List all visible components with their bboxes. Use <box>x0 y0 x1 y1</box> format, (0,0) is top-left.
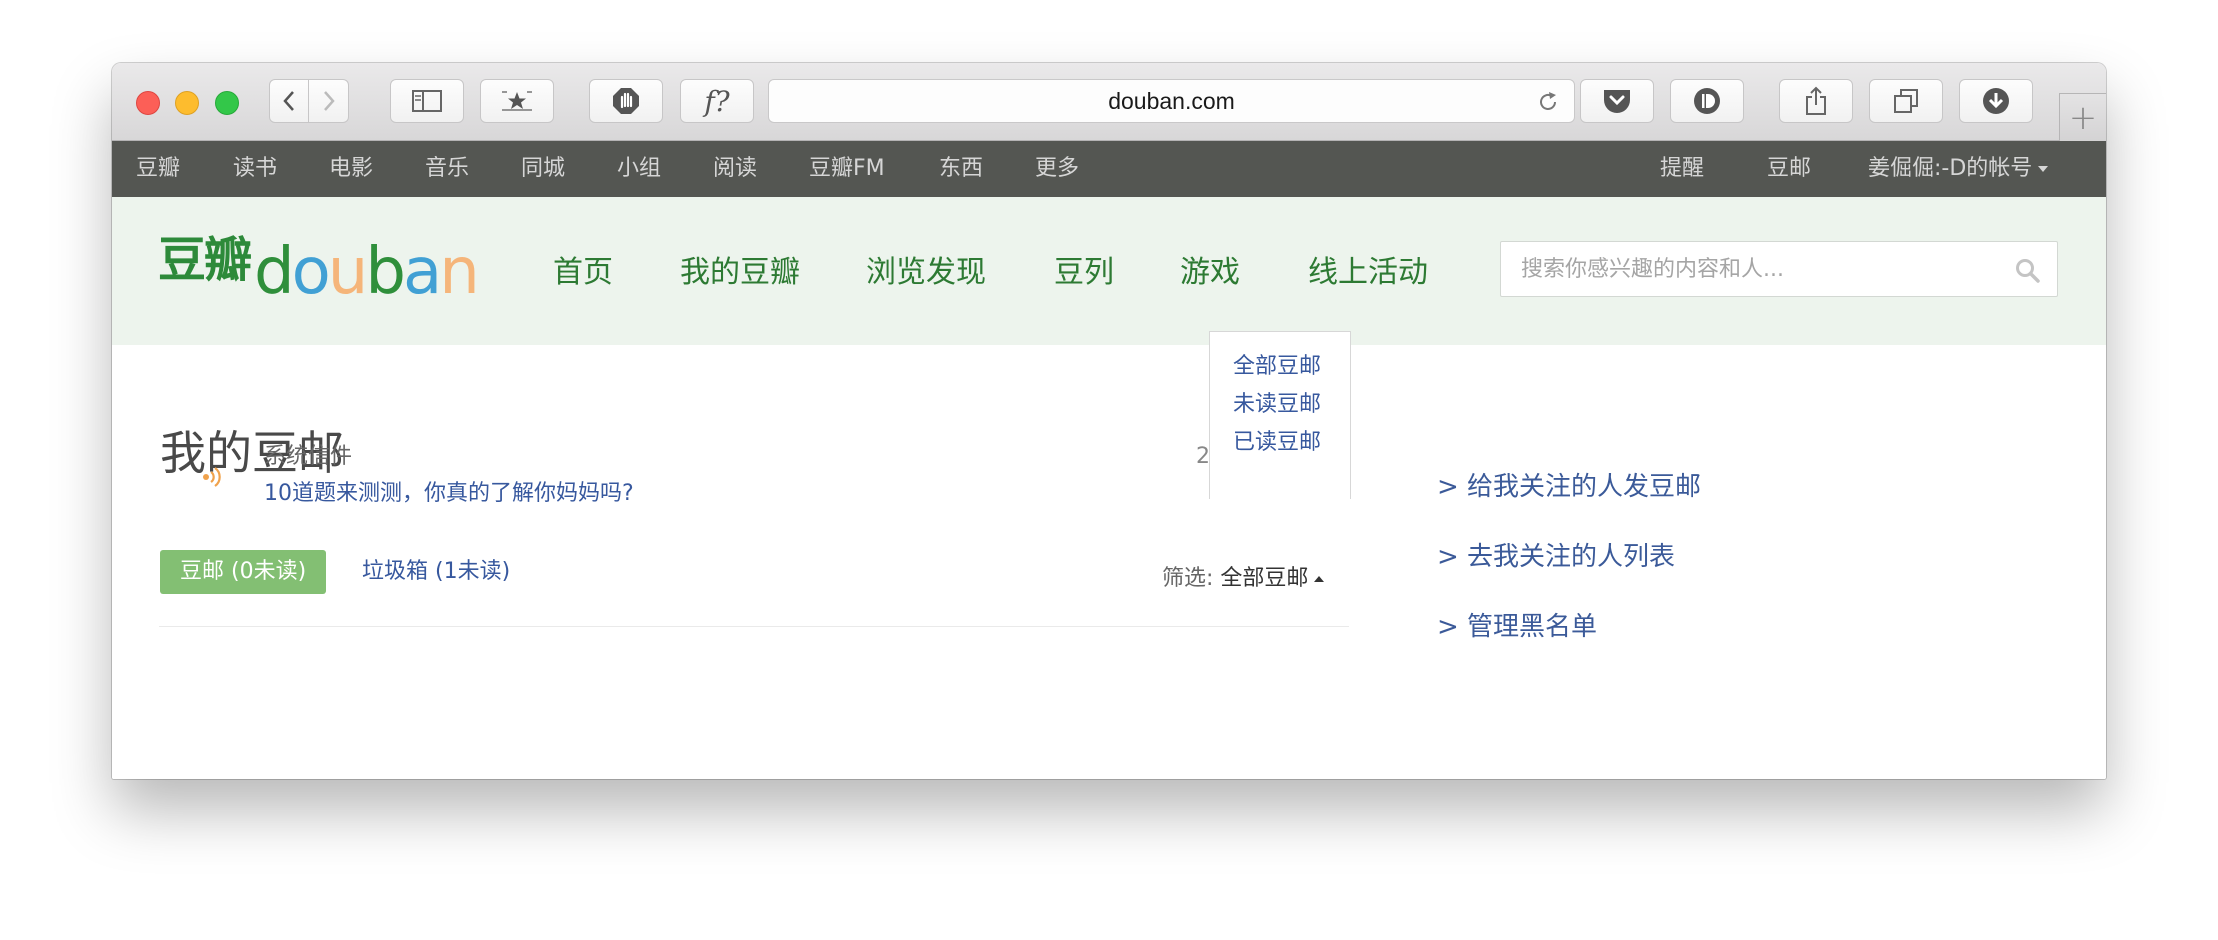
link-following-list[interactable]: > 去我关注的人列表 <box>1437 540 1675 574</box>
message-subject[interactable]: 10道题来测测，你真的了解你妈妈吗? <box>264 479 634 509</box>
global-nav-fm[interactable]: 豆瓣FM <box>809 141 885 197</box>
filter-dropdown[interactable]: 全部豆邮 <box>1220 566 1325 591</box>
message-sender: 系统信件 <box>264 444 353 469</box>
browser-toolbar: f? douban.com + <box>112 63 2106 141</box>
sidebar-icon <box>412 90 442 112</box>
pocket-icon <box>1604 90 1630 113</box>
reload-icon[interactable] <box>1536 90 1560 114</box>
sidebar-button[interactable] <box>390 79 464 123</box>
douban-logo[interactable]: 豆瓣douban <box>158 232 480 307</box>
filter-option-unread[interactable]: 未读豆邮 <box>1233 390 1321 420</box>
screen: f? douban.com + 豆瓣 读书 电影 音乐 同城 小组 阅读 豆瓣F… <box>0 0 2218 940</box>
list-divider-top <box>159 626 1349 627</box>
search-input[interactable]: 搜索你感兴趣的内容和人... <box>1500 241 2058 297</box>
readability-button[interactable] <box>1670 79 1744 123</box>
global-nav-music[interactable]: 音乐 <box>425 141 469 197</box>
search-placeholder: 搜索你感兴趣的内容和人... <box>1521 257 1784 282</box>
main-nav-home[interactable]: 首页 <box>553 253 613 293</box>
account-name: 姜倔倔:-D的帐号 <box>1868 156 2033 181</box>
mail-content: 我的豆邮 豆邮 (0未读) 垃圾箱 (1未读) 筛选: 全部豆邮 系统信件 10… <box>112 331 2106 779</box>
chevron-right-icon <box>323 91 335 111</box>
logo-letter: n <box>439 235 480 309</box>
global-nav-dongxi[interactable]: 东西 <box>939 141 983 197</box>
caret-up-icon <box>1314 576 1325 582</box>
global-nav-groups[interactable]: 小组 <box>617 141 661 197</box>
caret-down-icon <box>2038 166 2049 172</box>
logo-chinese: 豆瓣 <box>158 232 252 288</box>
downloads-button[interactable] <box>1959 79 2033 123</box>
download-icon <box>1983 88 2009 114</box>
share-icon <box>1806 86 1826 115</box>
global-nav-notifications[interactable]: 提醒 <box>1660 141 1704 197</box>
browser-window: f? douban.com + 豆瓣 读书 电影 音乐 同城 小组 阅读 豆瓣F… <box>112 63 2106 779</box>
message-date: 2 <box>1196 444 1210 469</box>
close-window-button[interactable] <box>136 91 160 115</box>
global-nav-more[interactable]: 更多 <box>1035 141 1079 197</box>
f-extension-button[interactable]: f? <box>680 79 754 123</box>
global-nav-local[interactable]: 同城 <box>521 141 565 197</box>
logo-english: douban <box>254 235 480 309</box>
filter-option-read[interactable]: 已读豆邮 <box>1233 428 1321 458</box>
filter-option-all[interactable]: 全部豆邮 <box>1233 352 1321 382</box>
link-manage-blacklist[interactable]: > 管理黑名单 <box>1437 610 1597 644</box>
tabs-overview-icon <box>1894 89 1918 113</box>
address-bar[interactable]: douban.com <box>768 79 1575 123</box>
logo-letter: b <box>365 235 406 309</box>
main-nav-my-douban[interactable]: 我的豆瓣 <box>680 253 800 293</box>
pocket-button[interactable] <box>1580 79 1654 123</box>
main-nav-explore[interactable]: 浏览发现 <box>866 253 986 293</box>
minimize-window-button[interactable] <box>175 91 199 115</box>
show-tabs-button[interactable] <box>1869 79 1943 123</box>
global-nav: 豆瓣 读书 电影 音乐 同城 小组 阅读 豆瓣FM 东西 更多 提醒 豆邮 姜倔… <box>112 141 2106 197</box>
logo-letter: a <box>402 235 442 309</box>
global-nav-douban[interactable]: 豆瓣 <box>136 141 180 197</box>
mail-filter: 筛选: 全部豆邮 <box>1162 563 1325 595</box>
new-tab-button[interactable]: + <box>2059 93 2106 141</box>
logo-letter: u <box>327 235 369 309</box>
main-nav-games[interactable]: 游戏 <box>1180 253 1240 293</box>
chevron-left-icon <box>283 91 294 111</box>
global-nav-books[interactable]: 读书 <box>233 141 277 197</box>
site-header: 豆瓣douban 首页 我的豆瓣 浏览发现 豆列 游戏 线上活动 搜索你感兴趣的… <box>112 197 2106 345</box>
filter-label: 筛选: <box>1162 566 1214 591</box>
system-message-icon <box>203 467 221 487</box>
link-message-following[interactable]: > 给我关注的人发豆邮 <box>1437 470 1701 504</box>
circle-d-icon <box>1694 88 1720 114</box>
forward-button[interactable] <box>309 79 349 123</box>
tab-trash[interactable]: 垃圾箱 (1未读) <box>362 550 510 594</box>
top-sites-button[interactable] <box>480 79 554 123</box>
global-nav-mail[interactable]: 豆邮 <box>1767 141 1811 197</box>
hand-stop-icon <box>613 88 639 114</box>
account-menu[interactable]: 姜倔倔:-D的帐号 <box>1868 141 2049 197</box>
ghostery-extension-button[interactable] <box>589 79 663 123</box>
zoom-window-button[interactable] <box>215 91 239 115</box>
search-icon[interactable] <box>2015 258 2041 284</box>
main-nav-doulist[interactable]: 豆列 <box>1054 253 1114 293</box>
url-text[interactable]: douban.com <box>769 80 1574 122</box>
logo-letter: o <box>291 235 331 309</box>
share-button[interactable] <box>1779 79 1853 123</box>
filter-dropdown-menu: 全部豆邮 未读豆邮 已读豆邮 <box>1209 331 1351 499</box>
back-button[interactable] <box>269 79 309 123</box>
global-nav-read[interactable]: 阅读 <box>713 141 757 197</box>
main-nav-online-events[interactable]: 线上活动 <box>1308 253 1428 293</box>
logo-letter: d <box>254 235 295 309</box>
filter-selected-value: 全部豆邮 <box>1220 566 1309 591</box>
global-nav-movies[interactable]: 电影 <box>329 141 373 197</box>
star-icon <box>502 91 532 111</box>
tab-inbox[interactable]: 豆邮 (0未读) <box>160 550 327 594</box>
